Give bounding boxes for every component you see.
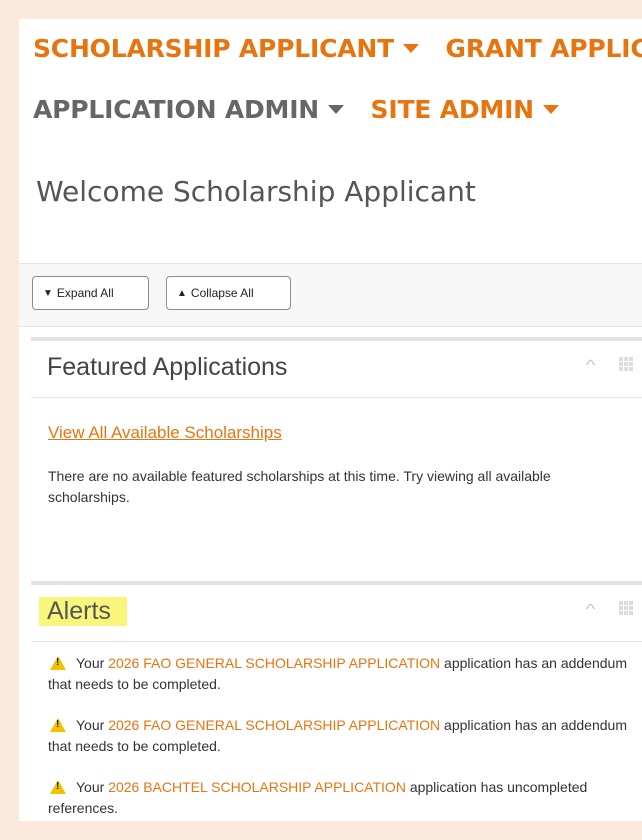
nav-scholarship-applicant[interactable]: SCHOLARSHIP APPLICANT	[33, 34, 420, 63]
page-title: Welcome Scholarship Applicant	[36, 175, 476, 208]
expand-all-button[interactable]: ▼ Expand All	[32, 276, 149, 310]
nav-grant-applicant[interactable]: GRANT APPLICANT	[446, 34, 642, 63]
view-all-scholarships-link[interactable]: View All Available Scholarships	[48, 423, 282, 443]
top-nav-row-2: APPLICATION ADMIN SITE ADMIN	[33, 95, 577, 124]
toolbar: ▼ Expand All ▲ Collapse All	[19, 263, 642, 327]
caret-down-icon	[403, 43, 420, 53]
alerts-panel: Alerts ^ Your 2026 FAO GENERAL SCHOLARSH…	[31, 581, 642, 821]
panel-header: Featured Applications ^	[31, 341, 642, 398]
expand-all-label: Expand All	[56, 286, 114, 300]
caret-down-icon	[542, 104, 559, 114]
alert-item: Your 2026 FAO GENERAL SCHOLARSHIP APPLIC…	[48, 653, 628, 695]
caret-down-icon	[328, 104, 345, 114]
alert-prefix: Your	[76, 779, 109, 795]
alert-item: Your 2026 FAO GENERAL SCHOLARSHIP APPLIC…	[48, 715, 628, 757]
collapse-panel-icon[interactable]: ^	[586, 357, 596, 374]
collapse-all-label: Collapse All	[190, 286, 254, 300]
drag-handle-icon[interactable]	[619, 357, 633, 371]
warning-icon	[50, 718, 66, 732]
nav-site-admin[interactable]: SITE ADMIN	[371, 95, 559, 124]
nav-label: SITE ADMIN	[370, 95, 535, 124]
alert-application-link[interactable]: 2026 FAO GENERAL SCHOLARSHIP APPLICATION	[108, 717, 440, 733]
panel-header: Alerts ^	[31, 585, 642, 642]
alert-item: Your 2026 BACHTEL SCHOLARSHIP APPLICATIO…	[48, 777, 628, 819]
warning-icon	[50, 656, 66, 670]
chevron-up-icon: ▲	[177, 288, 187, 299]
alert-application-link[interactable]: 2026 FAO GENERAL SCHOLARSHIP APPLICATION	[108, 655, 440, 671]
nav-application-admin[interactable]: APPLICATION ADMIN	[33, 95, 345, 124]
panel-title: Featured Applications	[47, 353, 288, 381]
featured-applications-panel: Featured Applications ^ View All Availab…	[31, 337, 642, 581]
alert-prefix: Your	[76, 655, 109, 671]
nav-label: GRANT APPLICANT	[445, 34, 642, 63]
top-nav-row-1: SCHOLARSHIP APPLICANT GRANT APPLICANT	[33, 34, 642, 63]
page-frame: SCHOLARSHIP APPLICANT GRANT APPLICANT AP…	[19, 19, 642, 821]
panel-title: Alerts	[39, 597, 127, 626]
alert-prefix: Your	[76, 717, 109, 733]
warning-icon	[50, 780, 66, 794]
drag-handle-icon[interactable]	[619, 601, 633, 615]
featured-empty-message: There are no available featured scholars…	[48, 468, 551, 505]
nav-label: SCHOLARSHIP APPLICANT	[33, 34, 395, 63]
chevron-down-icon: ▼	[43, 288, 53, 299]
collapse-panel-icon[interactable]: ^	[586, 601, 596, 618]
collapse-all-button[interactable]: ▲ Collapse All	[166, 276, 291, 310]
nav-label: APPLICATION ADMIN	[33, 95, 320, 124]
alert-application-link[interactable]: 2026 BACHTEL SCHOLARSHIP APPLICATION	[108, 779, 406, 795]
